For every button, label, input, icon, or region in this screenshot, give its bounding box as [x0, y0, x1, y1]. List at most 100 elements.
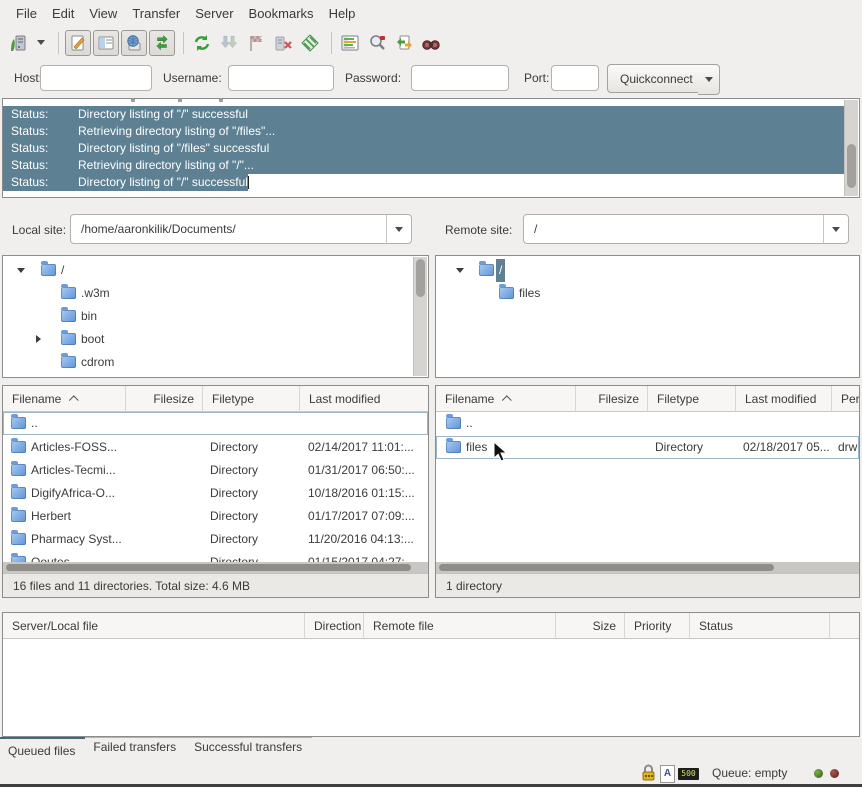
menu-edit[interactable]: Edit	[52, 6, 74, 21]
log-line[interactable]: Status:Retrieving directory listing of "…	[3, 157, 846, 174]
find-files-icon[interactable]	[419, 31, 443, 55]
tree-item-root[interactable]: /	[3, 259, 428, 282]
column-header-direction[interactable]: Direction	[305, 613, 364, 639]
username-input[interactable]	[228, 65, 334, 91]
tree-item[interactable]: .w3m	[3, 282, 428, 305]
log-line[interactable]: Status:Directory listing of "/" successf…	[3, 106, 846, 123]
column-header-filename[interactable]: Filename	[436, 386, 576, 412]
site-manager-dropdown-icon[interactable]	[33, 31, 49, 55]
column-header-priority[interactable]: Priority	[625, 613, 690, 639]
column-header-permissions[interactable]: Per	[832, 386, 859, 412]
column-header-filesize[interactable]: Filesize	[576, 386, 648, 412]
column-header-filetype[interactable]: Filetype	[203, 386, 300, 412]
collapse-caret-icon[interactable]	[456, 268, 464, 273]
column-header-server-local-file[interactable]: Server/Local file	[3, 613, 305, 639]
file-row[interactable]: Pharmacy Syst... Directory 11/20/2016 04…	[3, 528, 428, 551]
transfer-queue: Server/Local file Direction Remote file …	[2, 612, 860, 737]
column-header-modified[interactable]: Last modified	[736, 386, 832, 412]
menu-bookmarks[interactable]: Bookmarks	[249, 6, 314, 21]
tab-successful-transfers[interactable]: Successful transfers	[186, 737, 312, 754]
column-header-filetype[interactable]: Filetype	[648, 386, 736, 412]
password-input[interactable]	[411, 65, 509, 91]
menu-file[interactable]: File	[16, 6, 37, 21]
column-header-modified[interactable]: Last modified	[300, 386, 428, 412]
collapse-caret-icon[interactable]	[17, 268, 25, 273]
quickconnect-button[interactable]: Quickconnect	[607, 64, 706, 93]
column-header-filesize[interactable]: Filesize	[126, 386, 203, 412]
site-manager-icon[interactable]	[6, 31, 30, 55]
remote-horizontal-scrollbar[interactable]	[436, 562, 859, 573]
folder-icon	[61, 287, 76, 299]
menu-view[interactable]: View	[89, 6, 117, 21]
folder-icon	[11, 510, 26, 522]
folder-icon	[11, 487, 26, 499]
file-row[interactable]: DigifyAfrica-O... Directory 10/18/2016 0…	[3, 482, 428, 505]
local-path[interactable]: /home/aaronkilik/Documents/	[71, 215, 389, 243]
local-tree-vertical-scrollbar[interactable]	[413, 257, 427, 376]
mouse-cursor	[493, 441, 509, 463]
log-vertical-scrollbar[interactable]	[844, 100, 858, 196]
transfer-queue-toggle-icon[interactable]	[149, 30, 175, 56]
file-exists-action-icon[interactable]	[392, 31, 416, 55]
folder-icon	[11, 464, 26, 476]
tree-item[interactable]: cdrom	[3, 351, 428, 374]
remote-site-label: Remote site:	[445, 215, 512, 245]
local-pane: Local site: /home/aaronkilik/Documents/ …	[2, 206, 429, 598]
remote-tree: / files	[435, 255, 860, 378]
folder-icon	[446, 441, 461, 453]
synchronized-browsing-icon[interactable]	[365, 31, 389, 55]
sort-ascending-icon	[69, 395, 79, 405]
file-row[interactable]: Herbert Directory 01/17/2017 07:09:...	[3, 505, 428, 528]
column-header-remote-file[interactable]: Remote file	[364, 613, 556, 639]
log-line[interactable]: Status:Retrieving directory listing of "…	[3, 123, 846, 140]
tab-failed-transfers[interactable]: Failed transfers	[85, 737, 186, 754]
cancel-icon[interactable]	[244, 31, 268, 55]
process-queue-icon[interactable]	[217, 31, 241, 55]
menu-server[interactable]: Server	[195, 6, 233, 21]
log-line[interactable]: Status:Directory listing of "/files" suc…	[3, 140, 846, 157]
column-header-status[interactable]: Status	[690, 613, 830, 639]
remote-tree-toggle-icon[interactable]	[121, 30, 147, 56]
scrollbar-thumb[interactable]	[439, 564, 774, 571]
filter-icon[interactable]	[298, 31, 322, 55]
log-line[interactable]: Status:Directory listing of "/" successf…	[3, 174, 846, 191]
port-input[interactable]	[551, 65, 599, 91]
column-header-filename[interactable]: Filename	[3, 386, 126, 412]
refresh-icon[interactable]	[190, 31, 214, 55]
remote-site-dropdown[interactable]	[823, 215, 848, 243]
tab-queued-files[interactable]: Queued files	[0, 737, 85, 758]
local-site-dropdown[interactable]	[386, 215, 411, 243]
tree-item[interactable]: bin	[3, 305, 428, 328]
expand-caret-icon[interactable]	[36, 335, 41, 343]
message-log[interactable]: Status:Directory listing of "/" successf…	[2, 98, 860, 198]
disconnect-icon[interactable]	[271, 31, 295, 55]
file-row[interactable]: Articles-FOSS... Directory 02/14/2017 11…	[3, 436, 428, 459]
menu-help[interactable]: Help	[329, 6, 356, 21]
scrollbar-thumb[interactable]	[847, 144, 856, 188]
local-tree-toggle-icon[interactable]	[93, 30, 119, 56]
scrollbar-thumb[interactable]	[6, 564, 411, 571]
column-header-empty[interactable]	[830, 613, 859, 639]
file-row[interactable]: Articles-Tecmi... Directory 01/31/2017 0…	[3, 459, 428, 482]
host-input[interactable]	[40, 65, 152, 91]
menu-transfer[interactable]: Transfer	[132, 6, 180, 21]
remote-path[interactable]: /	[524, 215, 826, 243]
file-row[interactable]: ..	[3, 412, 428, 435]
local-horizontal-scrollbar[interactable]	[3, 562, 428, 573]
tree-item-root-selected[interactable]: /	[436, 259, 859, 282]
tree-item[interactable]: files	[436, 282, 859, 305]
column-header-size[interactable]: Size	[556, 613, 625, 639]
message-log-toggle-icon[interactable]	[65, 30, 91, 56]
local-site-label: Local site:	[12, 215, 66, 245]
local-site-combo[interactable]: /home/aaronkilik/Documents/	[70, 214, 412, 244]
tree-item[interactable]: boot	[3, 328, 428, 351]
scrollbar-thumb[interactable]	[416, 259, 425, 297]
toolbar	[0, 26, 862, 59]
directory-comparison-icon[interactable]	[338, 31, 362, 55]
remote-site-combo[interactable]: /	[523, 214, 849, 244]
transfer-type-indicator-icon: A	[660, 765, 675, 783]
folder-icon	[11, 441, 26, 453]
file-row[interactable]: Qoutes Directory 01/15/2017 04:27:...	[3, 551, 428, 562]
file-row[interactable]: ..	[436, 412, 859, 435]
quickconnect-dropdown[interactable]	[698, 64, 720, 95]
